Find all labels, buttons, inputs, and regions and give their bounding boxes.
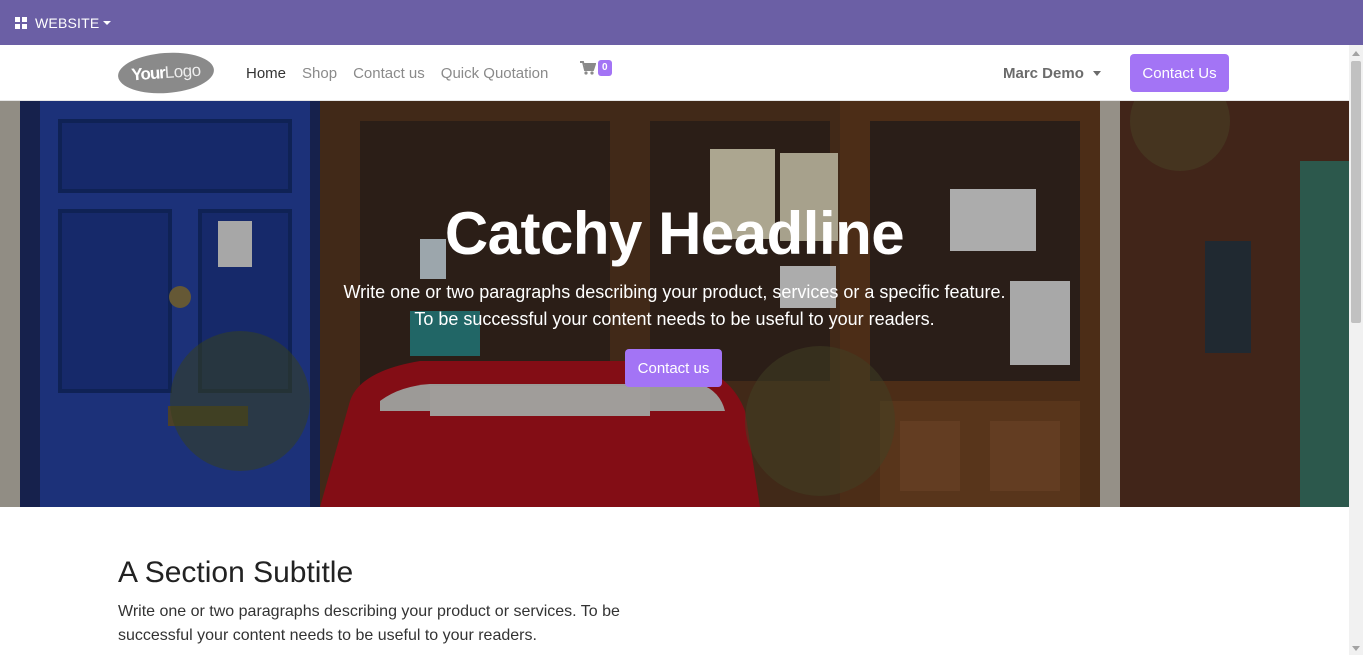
section-text: Write one or two paragraphs describing y… (118, 603, 620, 644)
section-subtitle: A Section Subtitle (118, 556, 354, 589)
hero-text-line-1: Write one or two paragraphs describing y… (343, 282, 1006, 302)
hero-title: Catchy Headline (444, 200, 905, 267)
nav-link-shop[interactable]: Shop (302, 65, 337, 82)
hero-banner: Catchy Headline Write one or two paragra… (0, 101, 1349, 507)
grid-icon (15, 16, 27, 29)
scroll-thumb[interactable] (1351, 61, 1361, 323)
nav-link-contact-us[interactable]: Contact us (353, 65, 425, 82)
hero-text-line-2: To be successful your content needs to b… (414, 309, 935, 329)
nav-link-home[interactable]: Home (246, 65, 286, 82)
cart-count-badge: 0 (598, 60, 612, 76)
cart-icon (580, 61, 596, 75)
nav-links: Home Shop Contact us Quick Quotation (246, 45, 564, 101)
caret-down-icon (1092, 71, 1101, 76)
contact-us-button[interactable]: Contact Us (1130, 54, 1229, 92)
logo-text-bold: Your (130, 63, 166, 85)
user-menu-dropdown[interactable]: Marc Demo (1003, 65, 1101, 82)
caret-down-icon (103, 20, 112, 25)
scroll-down-arrow-icon[interactable] (1352, 646, 1360, 651)
admin-bar: WEBSITE (0, 0, 1363, 45)
cart-button[interactable]: 0 (580, 60, 612, 76)
website-menu-dropdown[interactable]: WEBSITE (15, 14, 112, 31)
hero-contact-us-button[interactable]: Contact us (625, 349, 722, 387)
nav-link-quick-quotation[interactable]: Quick Quotation (441, 65, 549, 82)
site-logo[interactable]: Your Logo (116, 49, 216, 97)
site-navbar: Your Logo Home Shop Contact us Quick Quot… (0, 45, 1349, 101)
scroll-up-arrow-icon[interactable] (1352, 51, 1360, 56)
website-menu-label: WEBSITE (35, 14, 100, 31)
page-scrollbar[interactable] (1349, 45, 1363, 655)
logo-text-light: Logo (164, 60, 202, 83)
user-name: Marc Demo (1003, 65, 1084, 82)
